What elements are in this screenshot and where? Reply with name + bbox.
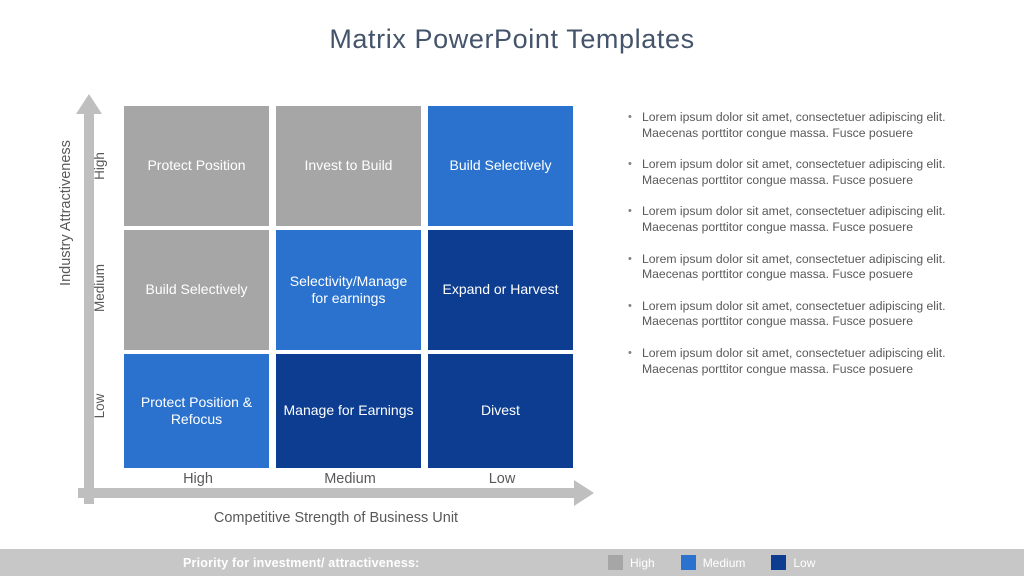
matrix-cell[interactable]: Protect Position [124, 106, 269, 226]
legend-entry-high: High [608, 555, 655, 570]
list-item: • Lorem ipsum dolor sit amet, consectetu… [628, 110, 958, 141]
matrix-cell[interactable]: Build Selectively [124, 230, 269, 350]
list-item: • Lorem ipsum dolor sit amet, consectetu… [628, 157, 958, 188]
list-item: • Lorem ipsum dolor sit amet, consectetu… [628, 252, 958, 283]
bullet-text: Lorem ipsum dolor sit amet, consectetuer… [642, 345, 946, 376]
matrix-chart: Industry Attractiveness Competitive Stre… [0, 0, 620, 545]
legend: High Medium Low [608, 555, 815, 570]
x-axis-tick-medium: Medium [324, 471, 376, 487]
matrix-cell[interactable]: Divest [428, 354, 573, 468]
legend-label: Medium [702, 555, 746, 570]
legend-swatch-icon [608, 555, 623, 570]
legend-entry-medium: Medium [680, 555, 746, 570]
list-item: • Lorem ipsum dolor sit amet, consectetu… [628, 346, 958, 377]
bullet-text: Lorem ipsum dolor sit amet, consectetuer… [642, 298, 946, 329]
x-axis-label: Competitive Strength of Business Unit [213, 510, 459, 526]
bullet-dot-icon: • [628, 158, 632, 171]
bullet-text: Lorem ipsum dolor sit amet, consectetuer… [642, 157, 946, 187]
x-axis-tick-high: High [183, 471, 213, 487]
legend-entry-low: Low [771, 555, 815, 570]
footer-caption: Priority for investment/ attractiveness: [183, 555, 420, 570]
matrix-cell[interactable]: Expand or Harvest [428, 230, 573, 350]
bullet-dot-icon: • [628, 252, 632, 265]
matrix-grid: Protect Position Invest to Build Build S… [124, 106, 573, 468]
matrix-cell[interactable]: Build Selectively [428, 106, 573, 226]
matrix-cell[interactable]: Manage for Earnings [276, 354, 421, 468]
matrix-cell[interactable]: Protect Position & Refocus [124, 354, 269, 468]
footer-bar: Priority for investment/ attractiveness:… [0, 549, 1024, 576]
legend-swatch-icon [771, 555, 787, 570]
legend-label: Low [793, 555, 816, 570]
list-item: • Lorem ipsum dolor sit amet, consectetu… [628, 299, 958, 330]
matrix-cell[interactable]: Invest to Build [276, 106, 421, 226]
bullet-dot-icon: • [628, 111, 632, 123]
bullet-dot-icon: • [628, 299, 632, 312]
bullet-dot-icon: • [628, 205, 632, 218]
legend-swatch-icon [680, 555, 696, 570]
bullet-text: Lorem ipsum dolor sit amet, consectetuer… [642, 204, 946, 234]
bullet-text: Lorem ipsum dolor sit amet, consectetuer… [642, 251, 946, 282]
list-item: • Lorem ipsum dolor sit amet, consectetu… [628, 204, 958, 235]
matrix-cell[interactable]: Selectivity/Manage for earnings [276, 230, 421, 350]
bullet-list: • Lorem ipsum dolor sit amet, consectetu… [628, 110, 958, 393]
x-axis-tick-low: Low [488, 471, 516, 487]
bullet-text: Lorem ipsum dolor sit amet, consectetuer… [642, 110, 946, 140]
bullet-dot-icon: • [628, 346, 632, 359]
legend-label: High [630, 555, 655, 570]
